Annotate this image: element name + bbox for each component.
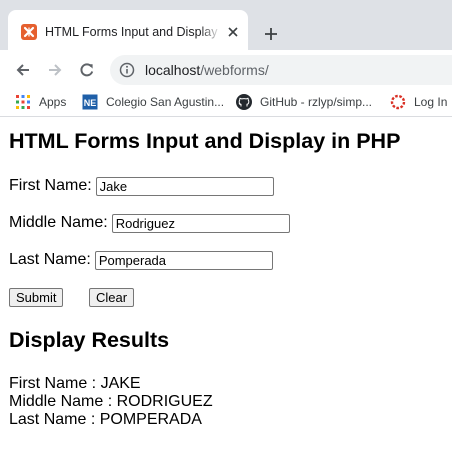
tab-title: HTML Forms Input and Display in PHP bbox=[45, 25, 221, 39]
bookmarks-bar: Apps NE Colegio San Agustin... GitHub - … bbox=[0, 88, 452, 117]
first-name-input[interactable] bbox=[95, 176, 274, 196]
last-name-input[interactable] bbox=[94, 250, 273, 270]
apps-grid-icon bbox=[15, 94, 31, 110]
page-content: HTML Forms Input and Display in PHP Firs… bbox=[0, 117, 452, 460]
tab-strip: HTML Forms Input and Display in PHP bbox=[0, 0, 452, 50]
browser-tab[interactable]: HTML Forms Input and Display in PHP bbox=[8, 10, 248, 50]
url-path: /webforms/ bbox=[200, 62, 269, 78]
github-icon bbox=[236, 94, 252, 110]
result-first-name: First Name : JAKE bbox=[9, 375, 141, 392]
middle-name-input[interactable] bbox=[111, 213, 290, 233]
svg-text:NE: NE bbox=[84, 98, 97, 108]
browser-toolbar: localhost/webforms/ bbox=[0, 50, 452, 88]
back-arrow-icon[interactable] bbox=[11, 58, 35, 82]
first-name-label: First Name: bbox=[9, 177, 92, 194]
new-tab-plus-icon[interactable] bbox=[259, 22, 283, 46]
url-host: localhost bbox=[145, 62, 201, 78]
bookmark-label: Apps bbox=[39, 95, 67, 109]
bookmark-apps[interactable]: Apps bbox=[15, 93, 66, 111]
bookmark-github[interactable]: GitHub - rzlyp/simp... bbox=[236, 93, 372, 111]
result-middle-name: Middle Name : RODRIGUEZ bbox=[9, 393, 213, 410]
forward-arrow-icon[interactable] bbox=[43, 58, 67, 82]
submit-button[interactable]: Submit bbox=[9, 288, 64, 307]
url-text: localhost/webforms/ bbox=[145, 62, 269, 78]
page-title: HTML Forms Input and Display in PHP bbox=[9, 129, 401, 153]
bookmark-label: GitHub - rzlyp/simp... bbox=[260, 95, 373, 109]
results-heading: Display Results bbox=[9, 328, 170, 352]
clear-button[interactable]: Clear bbox=[89, 288, 135, 307]
first-name-row: First Name: bbox=[9, 175, 274, 197]
middle-name-label: Middle Name: bbox=[9, 214, 108, 231]
bookmark-login[interactable]: Log In bbox=[390, 93, 447, 111]
last-name-row: Last Name: bbox=[9, 249, 273, 271]
site-info-icon[interactable] bbox=[119, 62, 135, 78]
bookmark-label: Log In bbox=[414, 95, 448, 109]
result-last-name: Last Name : POMPERADA bbox=[9, 411, 202, 428]
address-bar[interactable]: localhost/webforms/ bbox=[110, 55, 452, 85]
bookmark-label: Colegio San Agustin... bbox=[106, 95, 225, 109]
bookmark-colegio[interactable]: NE Colegio San Agustin... bbox=[82, 93, 224, 111]
close-tab-icon[interactable] bbox=[224, 23, 242, 41]
login-ring-icon bbox=[390, 94, 406, 110]
middle-name-row: Middle Name: bbox=[9, 212, 290, 234]
last-name-label: Last Name: bbox=[9, 251, 91, 268]
ne-favicon-icon: NE bbox=[82, 94, 98, 110]
xampp-favicon-icon bbox=[21, 24, 37, 40]
reload-icon[interactable] bbox=[75, 58, 99, 82]
